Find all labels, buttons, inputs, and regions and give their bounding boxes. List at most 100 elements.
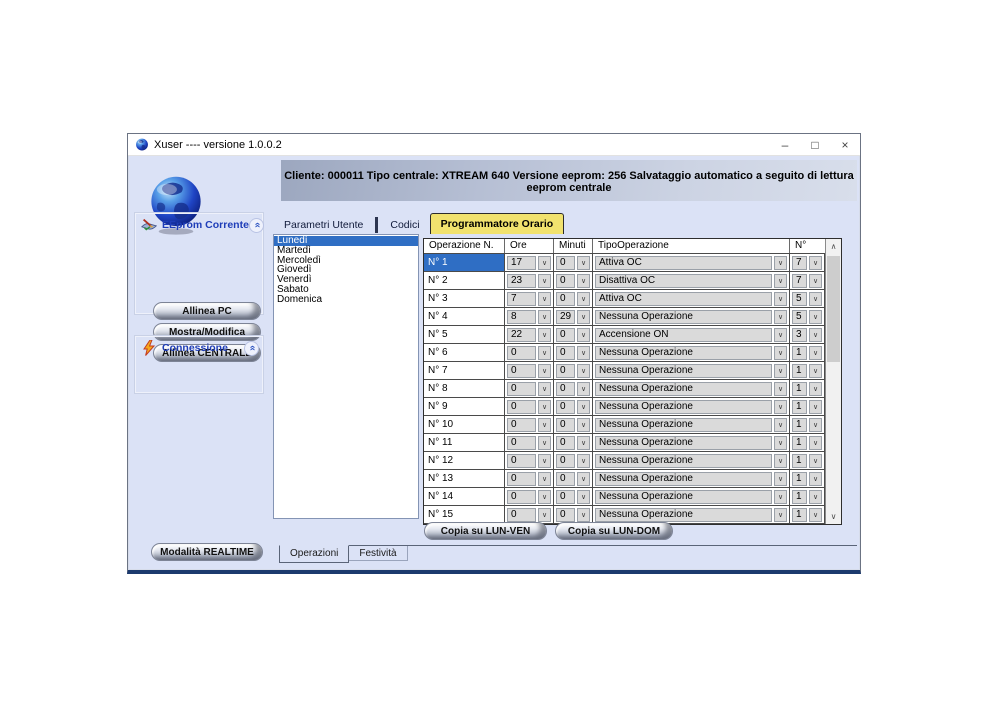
minuti-select[interactable]: 0∨: [556, 274, 590, 288]
operation-number-cell[interactable]: N° 3: [424, 290, 505, 307]
tab-programmatore-orario[interactable]: Programmatore Orario: [430, 213, 565, 234]
minuti-select[interactable]: 0∨: [556, 418, 590, 432]
ore-select[interactable]: 8∨: [507, 310, 551, 324]
table-row[interactable]: N° 10 0∨ 0∨ Nessuna Operazione∨ 1∨: [424, 416, 825, 434]
chevron-down-icon[interactable]: ∨: [538, 310, 551, 324]
chevron-down-icon[interactable]: ∨: [809, 454, 822, 468]
chevron-down-icon[interactable]: ∨: [538, 256, 551, 270]
chevron-down-icon[interactable]: ∨: [774, 346, 787, 360]
numero-select[interactable]: 1∨: [792, 436, 822, 450]
chevron-down-icon[interactable]: ∨: [774, 436, 787, 450]
numero-select[interactable]: 5∨: [792, 310, 822, 324]
chevron-down-icon[interactable]: ∨: [809, 400, 822, 414]
chevron-down-icon[interactable]: ∨: [577, 256, 590, 270]
days-listbox[interactable]: LunedìMartedìMercoledìGiovedìVenerdìSaba…: [273, 234, 419, 519]
minuti-select[interactable]: 0∨: [556, 454, 590, 468]
chevron-down-icon[interactable]: ∨: [538, 382, 551, 396]
chevron-down-icon[interactable]: ∨: [809, 382, 822, 396]
collapse-eeprom-button[interactable]: «: [249, 218, 264, 233]
minuti-select[interactable]: 0∨: [556, 436, 590, 450]
chevron-down-icon[interactable]: ∨: [809, 274, 822, 288]
numero-select[interactable]: 1∨: [792, 400, 822, 414]
table-row[interactable]: N° 4 8∨ 29∨ Nessuna Operazione∨ 5∨: [424, 308, 825, 326]
chevron-down-icon[interactable]: ∨: [774, 454, 787, 468]
chevron-down-icon[interactable]: ∨: [774, 418, 787, 432]
minuti-select[interactable]: 0∨: [556, 490, 590, 504]
operation-number-cell[interactable]: N° 10: [424, 416, 505, 433]
operation-number-cell[interactable]: N° 1: [424, 254, 505, 271]
tipo-operazione-select[interactable]: Nessuna Operazione∨: [595, 382, 787, 396]
table-row[interactable]: N° 1 17∨ 0∨ Attiva OC∨ 7∨: [424, 254, 825, 272]
copia-lun-ven-button[interactable]: Copia su LUN-VEN: [424, 522, 547, 540]
chevron-down-icon[interactable]: ∨: [774, 490, 787, 504]
ore-select[interactable]: 7∨: [507, 292, 551, 306]
ore-select[interactable]: 0∨: [507, 472, 551, 486]
table-row[interactable]: N° 11 0∨ 0∨ Nessuna Operazione∨ 1∨: [424, 434, 825, 452]
table-row[interactable]: N° 5 22∨ 0∨ Accensione ON∨ 3∨: [424, 326, 825, 344]
operation-number-cell[interactable]: N° 9: [424, 398, 505, 415]
ore-select[interactable]: 0∨: [507, 382, 551, 396]
ore-select[interactable]: 0∨: [507, 364, 551, 378]
ore-select[interactable]: 23∨: [507, 274, 551, 288]
tab-parametri-utente[interactable]: Parametri Utente: [274, 216, 373, 234]
table-row[interactable]: N° 2 23∨ 0∨ Disattiva OC∨ 7∨: [424, 272, 825, 290]
chevron-down-icon[interactable]: ∨: [577, 292, 590, 306]
minuti-select[interactable]: 0∨: [556, 472, 590, 486]
numero-select[interactable]: 7∨: [792, 256, 822, 270]
chevron-down-icon[interactable]: ∨: [809, 292, 822, 306]
chevron-down-icon[interactable]: ∨: [577, 436, 590, 450]
tipo-operazione-select[interactable]: Nessuna Operazione∨: [595, 508, 787, 522]
chevron-down-icon[interactable]: ∨: [577, 346, 590, 360]
ore-select[interactable]: 0∨: [507, 418, 551, 432]
numero-select[interactable]: 1∨: [792, 490, 822, 504]
tab-festivita[interactable]: Festività: [349, 546, 407, 561]
chevron-down-icon[interactable]: ∨: [577, 472, 590, 486]
operation-number-cell[interactable]: N° 8: [424, 380, 505, 397]
table-row[interactable]: N° 14 0∨ 0∨ Nessuna Operazione∨ 1∨: [424, 488, 825, 506]
operation-number-cell[interactable]: N° 12: [424, 452, 505, 469]
chevron-down-icon[interactable]: ∨: [809, 436, 822, 450]
tipo-operazione-select[interactable]: Nessuna Operazione∨: [595, 310, 787, 324]
copia-lun-dom-button[interactable]: Copia su LUN-DOM: [555, 522, 673, 540]
tipo-operazione-select[interactable]: Accensione ON∨: [595, 328, 787, 342]
ore-select[interactable]: 0∨: [507, 436, 551, 450]
ore-select[interactable]: 17∨: [507, 256, 551, 270]
tab-operazioni[interactable]: Operazioni: [279, 545, 349, 563]
minuti-select[interactable]: 0∨: [556, 382, 590, 396]
table-row[interactable]: N° 8 0∨ 0∨ Nessuna Operazione∨ 1∨: [424, 380, 825, 398]
operation-number-cell[interactable]: N° 6: [424, 344, 505, 361]
chevron-down-icon[interactable]: ∨: [538, 490, 551, 504]
ore-select[interactable]: 0∨: [507, 400, 551, 414]
numero-select[interactable]: 1∨: [792, 454, 822, 468]
operation-number-cell[interactable]: N° 2: [424, 272, 505, 289]
operation-number-cell[interactable]: N° 15: [424, 506, 505, 523]
maximize-button[interactable]: □: [800, 134, 830, 155]
chevron-down-icon[interactable]: ∨: [809, 418, 822, 432]
ore-select[interactable]: 0∨: [507, 508, 551, 522]
tipo-operazione-select[interactable]: Nessuna Operazione∨: [595, 490, 787, 504]
chevron-down-icon[interactable]: ∨: [774, 472, 787, 486]
minuti-select[interactable]: 0∨: [556, 364, 590, 378]
scroll-up-icon[interactable]: ∧: [826, 239, 841, 254]
numero-select[interactable]: 1∨: [792, 364, 822, 378]
chevron-down-icon[interactable]: ∨: [774, 400, 787, 414]
chevron-down-icon[interactable]: ∨: [538, 328, 551, 342]
numero-select[interactable]: 1∨: [792, 382, 822, 396]
tipo-operazione-select[interactable]: Nessuna Operazione∨: [595, 436, 787, 450]
numero-select[interactable]: 7∨: [792, 274, 822, 288]
chevron-down-icon[interactable]: ∨: [538, 346, 551, 360]
chevron-down-icon[interactable]: ∨: [774, 508, 787, 522]
ore-select[interactable]: 0∨: [507, 454, 551, 468]
numero-select[interactable]: 1∨: [792, 472, 822, 486]
chevron-down-icon[interactable]: ∨: [774, 364, 787, 378]
tab-codici[interactable]: Codici: [380, 216, 429, 234]
tipo-operazione-select[interactable]: Nessuna Operazione∨: [595, 364, 787, 378]
chevron-down-icon[interactable]: ∨: [577, 400, 590, 414]
chevron-down-icon[interactable]: ∨: [577, 364, 590, 378]
minuti-select[interactable]: 0∨: [556, 400, 590, 414]
chevron-down-icon[interactable]: ∨: [577, 328, 590, 342]
chevron-down-icon[interactable]: ∨: [538, 400, 551, 414]
chevron-down-icon[interactable]: ∨: [538, 292, 551, 306]
chevron-down-icon[interactable]: ∨: [774, 256, 787, 270]
grid-scrollbar[interactable]: ∧ ∨: [825, 239, 841, 524]
